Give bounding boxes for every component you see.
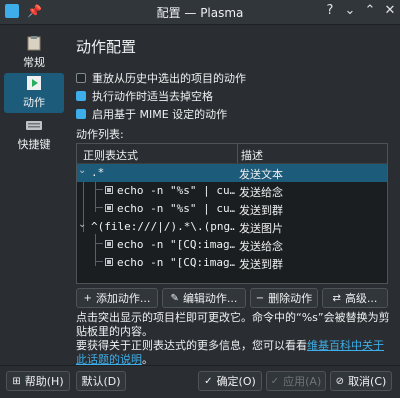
sidebar-item-label: 快捷键 [17, 138, 51, 151]
apply-button[interactable]: ✓ 应用(A) [266, 371, 326, 391]
minus-icon: − [255, 292, 265, 304]
sidebar: 常规 动作 快捷键 [0, 25, 70, 365]
option-replay-history[interactable]: 重放从历史中选出的项目的动作 [76, 70, 246, 86]
page-title: 动作配置 [76, 38, 137, 56]
play-icon [27, 76, 41, 90]
edit-icon: ✎ [170, 292, 179, 304]
column-header-description[interactable]: 描述 [241, 147, 263, 163]
tree-row[interactable]: echo -n "[CQ:imag… 发送到群 [77, 254, 387, 272]
tree-header: 正则表达式 描述 [77, 144, 387, 164]
advanced-button[interactable]: ⇄ 高级... [322, 288, 388, 308]
option-label: 执行动作时适当去掉空格 [92, 90, 213, 103]
tree-row[interactable]: ⌄ ^(file:///|/).*\.(png… 发送图片 [77, 218, 387, 236]
tree-row[interactable]: ⌄ .* 发送文本 [77, 164, 387, 182]
option-mime-actions[interactable]: 启用基于 MIME 设定的动作 [76, 106, 227, 122]
info-substitution: 点击突出显示的项目栏即可更改它。命令中的“%s”会被替换为剪贴板里的内容。 [76, 311, 390, 338]
command-icon [105, 204, 113, 212]
check-icon: ✓ [270, 375, 280, 387]
checkbox[interactable] [76, 91, 86, 101]
description-cell: 发送到群 [239, 204, 283, 217]
checkbox[interactable] [76, 109, 86, 119]
action-tree[interactable]: 正则表达式 描述 ⌄ .* 发送文本 echo -n "%s" | cu… 发送… [76, 143, 388, 284]
sidebar-item-shortcuts[interactable]: 快捷键 [4, 115, 64, 155]
command-icon [105, 240, 113, 248]
ok-button[interactable]: ✓ 确定(O) [198, 371, 262, 391]
regex-cell: echo -n "[CQ:imag… [117, 256, 235, 269]
check-icon: ✓ [204, 375, 213, 387]
option-label: 重放从历史中选出的项目的动作 [92, 72, 246, 85]
option-strip-whitespace[interactable]: 执行动作时适当去掉空格 [76, 88, 213, 104]
defaults-button[interactable]: 默认(D) [76, 371, 126, 391]
delete-action-button[interactable]: − 删除动作 [250, 288, 318, 308]
command-icon [105, 258, 113, 266]
description-cell: 发送给念 [239, 186, 283, 199]
command-icon [105, 186, 113, 194]
clipboard-icon [27, 36, 41, 51]
tree-row[interactable]: echo -n "%s" | cu… 发送给念 [77, 182, 387, 200]
sidebar-item-label: 常规 [23, 56, 45, 69]
sidebar-item-general[interactable]: 常规 [4, 33, 64, 73]
close-icon[interactable]: ✕ [382, 3, 398, 18]
footer-divider [0, 365, 400, 366]
checkbox[interactable] [76, 73, 86, 83]
description-cell: 发送给念 [239, 240, 283, 253]
tree-row[interactable]: echo -n "%s" | cu… 发送到群 [77, 200, 387, 218]
sidebar-item-label: 动作 [23, 96, 45, 109]
edit-action-button[interactable]: ✎ 编辑动作... [162, 288, 246, 308]
maximize-icon[interactable]: ⌃ [362, 3, 378, 18]
regex-cell: ^(file:///|/).*\.(png… [91, 220, 235, 233]
title-bar: 📌 配置 — Plasma ? ⌄ ⌃ ✕ [0, 0, 400, 25]
add-action-button[interactable]: + 添加动作... [76, 288, 158, 308]
info-regex-help: 要获得关于正则表达式的更多信息，您可以看看维基百科中关于此话题的说明。 [76, 339, 384, 366]
description-cell: 发送到群 [239, 258, 283, 271]
advanced-icon: ⇄ [332, 292, 341, 304]
description-cell: 发送图片 [239, 222, 283, 235]
minimize-icon[interactable]: ⌄ [342, 3, 358, 18]
cancel-button[interactable]: ⊘ 取消(C) [330, 371, 392, 391]
column-header-regex[interactable]: 正则表达式 [83, 147, 138, 163]
collapse-arrow-icon[interactable]: ⌄ [78, 219, 86, 230]
sidebar-item-actions[interactable]: 动作 [4, 73, 64, 113]
regex-cell: echo -n "%s" | cu… [117, 202, 235, 215]
cancel-icon: ⊘ [335, 375, 345, 387]
help-button[interactable]: ⊞ 帮助(H) [6, 371, 70, 391]
help-icon[interactable]: ? [322, 3, 338, 18]
option-label: 启用基于 MIME 设定的动作 [92, 108, 228, 121]
tree-row[interactable]: echo -n "[CQ:imag… 发送给念 [77, 236, 387, 254]
description-cell: 发送文本 [239, 168, 283, 181]
window-title: 配置 — Plasma [156, 6, 244, 20]
plus-icon: + [83, 292, 92, 304]
regex-cell: echo -n "%s" | cu… [117, 184, 235, 197]
action-list-label: 动作列表: [76, 128, 124, 141]
regex-cell: echo -n "[CQ:imag… [117, 238, 235, 251]
help-icon: ⊞ [12, 375, 21, 387]
regex-cell: .* [91, 166, 105, 179]
collapse-arrow-icon[interactable]: ⌄ [78, 165, 86, 176]
keyboard-icon [26, 121, 42, 130]
